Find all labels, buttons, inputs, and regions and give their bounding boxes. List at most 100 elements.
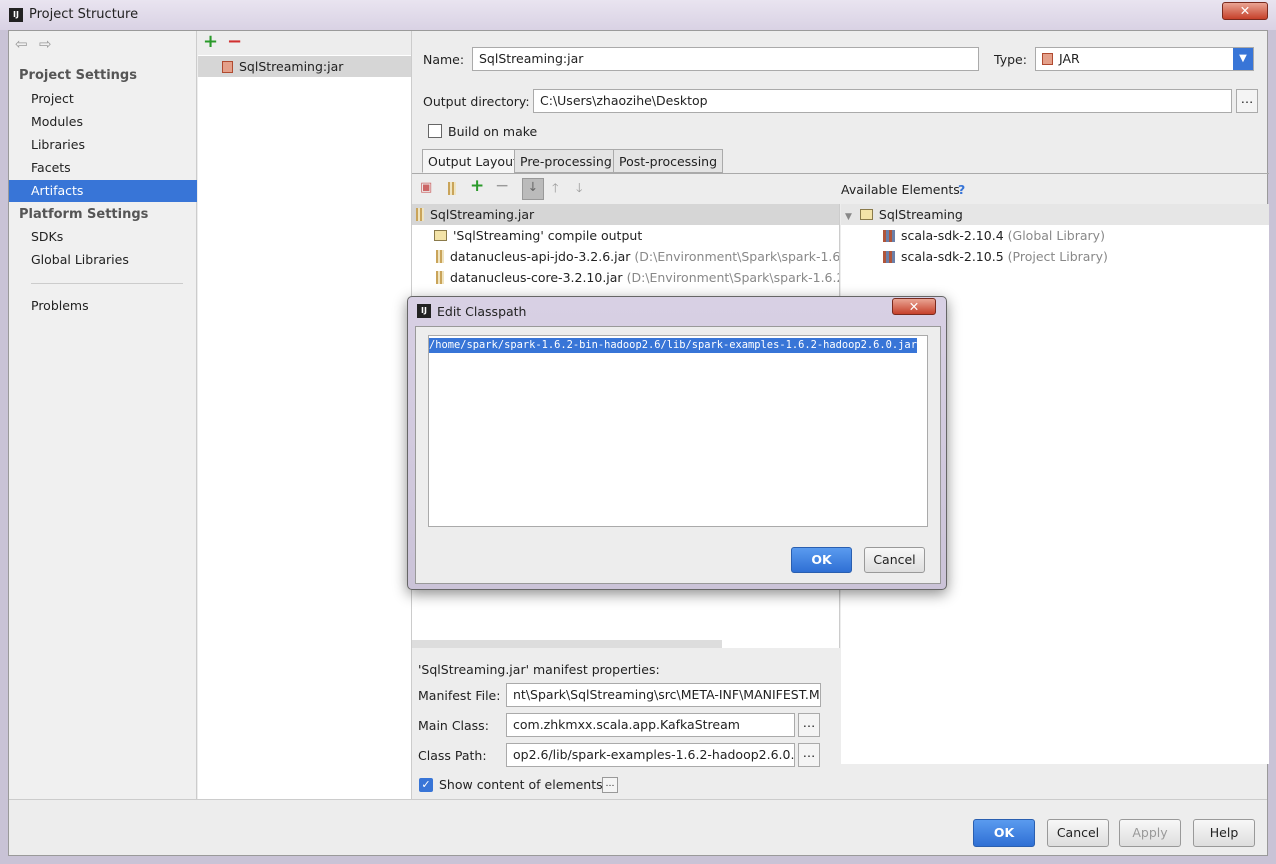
classpath-text: /home/spark/spark-1.6.2-bin-hadoop2.6/li…: [429, 338, 917, 353]
forward-arrow-icon[interactable]: ⇨: [39, 35, 52, 53]
library-scope: (Global Library): [1007, 228, 1105, 243]
tree-item-path: (D:\Environment\Spark\spark-1.6.2-b: [634, 249, 839, 264]
type-label: Type:: [994, 52, 1027, 67]
cancel-button[interactable]: Cancel: [1047, 819, 1109, 847]
create-directory-icon[interactable]: ▣: [420, 180, 432, 195]
library-icon: [883, 230, 895, 242]
dialog-title: Edit Classpath: [437, 304, 527, 319]
dialog-cancel-button[interactable]: Cancel: [864, 547, 925, 573]
show-content-label: Show content of elements: [439, 777, 603, 792]
browse-main-class-button[interactable]: …: [798, 713, 820, 737]
classpath-textarea[interactable]: /home/spark/spark-1.6.2-bin-hadoop2.6/li…: [428, 335, 928, 527]
tree-root[interactable]: SqlStreaming.jar: [412, 204, 839, 225]
available-item[interactable]: scala-sdk-2.10.4 (Global Library): [841, 225, 1269, 246]
horizontal-scrollbar[interactable]: [412, 640, 722, 648]
tree-item-name: datanucleus-core-3.2.10.jar: [450, 270, 623, 285]
available-root[interactable]: ▼ SqlStreaming: [841, 204, 1269, 225]
title-bar: IJ Project Structure ✕: [0, 0, 1276, 30]
manifest-heading: 'SqlStreaming.jar' manifest properties:: [418, 662, 660, 677]
tab-post-processing[interactable]: Post-processing: [613, 149, 724, 173]
add-icon[interactable]: +: [470, 176, 484, 196]
apply-button[interactable]: Apply: [1119, 819, 1181, 847]
remove-icon[interactable]: −: [495, 176, 509, 196]
dialog-body: /home/spark/spark-1.6.2-bin-hadoop2.6/li…: [415, 326, 941, 584]
sidebar-item-sdks[interactable]: SDKs: [9, 226, 197, 248]
sort-icon[interactable]: ↓: [522, 178, 544, 200]
available-elements-heading: Available Elements: [841, 182, 960, 197]
dialog-ok-button[interactable]: OK: [791, 547, 852, 573]
show-content-checkbox[interactable]: ✓: [419, 778, 433, 792]
show-content-options-button[interactable]: …: [602, 777, 618, 793]
ok-button[interactable]: OK: [973, 819, 1035, 847]
tab-output-layout[interactable]: Output Layout: [422, 149, 524, 173]
library-name: scala-sdk-2.10.4: [901, 228, 1004, 243]
expand-icon[interactable]: ▼: [845, 212, 852, 222]
artifact-item[interactable]: SqlStreaming:jar: [198, 56, 411, 77]
available-root-label: SqlStreaming: [878, 207, 963, 222]
output-directory-label: Output directory:: [423, 94, 530, 109]
artifacts-list: + − SqlStreaming:jar: [198, 31, 412, 799]
manifest-file-label: Manifest File:: [418, 688, 501, 703]
name-label: Name:: [423, 52, 465, 67]
type-value: JAR: [1059, 51, 1080, 66]
type-select[interactable]: JAR ▼: [1035, 47, 1254, 71]
dialog-close-button[interactable]: ✕: [892, 298, 936, 315]
tree-item-path: (D:\Environment\Spark\spark-1.6.2-bin: [626, 270, 839, 285]
help-button[interactable]: Help: [1193, 819, 1255, 847]
folder-icon: [434, 230, 447, 241]
available-item[interactable]: scala-sdk-2.10.5 (Project Library): [841, 246, 1269, 267]
footer-divider: [9, 799, 1267, 800]
class-path-label: Class Path:: [418, 748, 487, 763]
tree-root-label: SqlStreaming.jar: [430, 207, 535, 222]
sidebar-item-artifacts[interactable]: Artifacts: [9, 180, 197, 202]
tree-item-name: datanucleus-api-jdo-3.2.6.jar: [450, 249, 631, 264]
output-directory-input[interactable]: C:\Users\zhaozihe\Desktop: [533, 89, 1232, 113]
jar-icon: [416, 208, 424, 221]
tree-item-name: 'SqlStreaming' compile output: [453, 228, 643, 243]
add-icon[interactable]: +: [203, 31, 218, 52]
move-down-icon[interactable]: 🡓: [576, 179, 583, 200]
tree-item[interactable]: datanucleus-core-3.2.10.jar (D:\Environm…: [412, 267, 839, 288]
sidebar: ⇦ ⇨ Project Settings Project Modules Lib…: [9, 31, 197, 799]
edit-classpath-dialog: IJ Edit Classpath ✕ /home/spark/spark-1.…: [407, 296, 947, 590]
artifact-name: SqlStreaming:jar: [239, 59, 344, 74]
jar-icon: [436, 271, 444, 284]
jar-icon: [436, 250, 444, 263]
sidebar-item-global-libraries[interactable]: Global Libraries: [9, 249, 197, 271]
close-window-button[interactable]: ✕: [1222, 2, 1268, 20]
sidebar-item-facets[interactable]: Facets: [9, 157, 197, 179]
browse-output-directory-button[interactable]: …: [1236, 89, 1258, 113]
name-input[interactable]: SqlStreaming:jar: [472, 47, 979, 71]
tab-pre-processing[interactable]: Pre-processing: [514, 149, 618, 173]
library-name: scala-sdk-2.10.5: [901, 249, 1004, 264]
intellij-logo-icon: IJ: [417, 304, 431, 318]
move-up-icon[interactable]: 🡑: [552, 179, 559, 200]
remove-icon[interactable]: −: [227, 31, 242, 52]
main-class-label: Main Class:: [418, 718, 489, 733]
tree-item[interactable]: 'SqlStreaming' compile output: [412, 225, 839, 246]
artifact-jar-icon: [222, 61, 233, 73]
build-on-make-checkbox[interactable]: [428, 124, 442, 138]
sidebar-item-libraries[interactable]: Libraries: [9, 134, 197, 156]
main-class-input[interactable]: com.zhkmxx.scala.app.KafkaStream: [506, 713, 795, 737]
archive-icon[interactable]: [448, 182, 456, 195]
intellij-logo-icon: IJ: [9, 8, 23, 22]
platform-settings-heading: Platform Settings: [19, 207, 149, 222]
sidebar-item-project[interactable]: Project: [9, 88, 197, 110]
jar-icon: [1042, 53, 1053, 65]
project-settings-heading: Project Settings: [19, 68, 137, 83]
class-path-input[interactable]: op2.6/lib/spark-examples-1.6.2-hadoop2.6…: [506, 743, 795, 767]
tree-item[interactable]: datanucleus-api-jdo-3.2.6.jar (D:\Enviro…: [412, 246, 839, 267]
back-arrow-icon[interactable]: ⇦: [15, 35, 28, 53]
library-scope: (Project Library): [1007, 249, 1108, 264]
chevron-down-icon[interactable]: ▼: [1233, 48, 1253, 70]
build-on-make-label: Build on make: [448, 124, 538, 139]
help-icon[interactable]: ?: [958, 182, 965, 197]
library-icon: [883, 251, 895, 263]
manifest-file-input[interactable]: nt\Spark\SqlStreaming\src\META-INF\MANIF…: [506, 683, 821, 707]
sidebar-item-problems[interactable]: Problems: [9, 295, 197, 317]
divider: [31, 283, 183, 284]
sidebar-item-modules[interactable]: Modules: [9, 111, 197, 133]
module-folder-icon: [859, 209, 873, 220]
edit-class-path-button[interactable]: …: [798, 743, 820, 767]
